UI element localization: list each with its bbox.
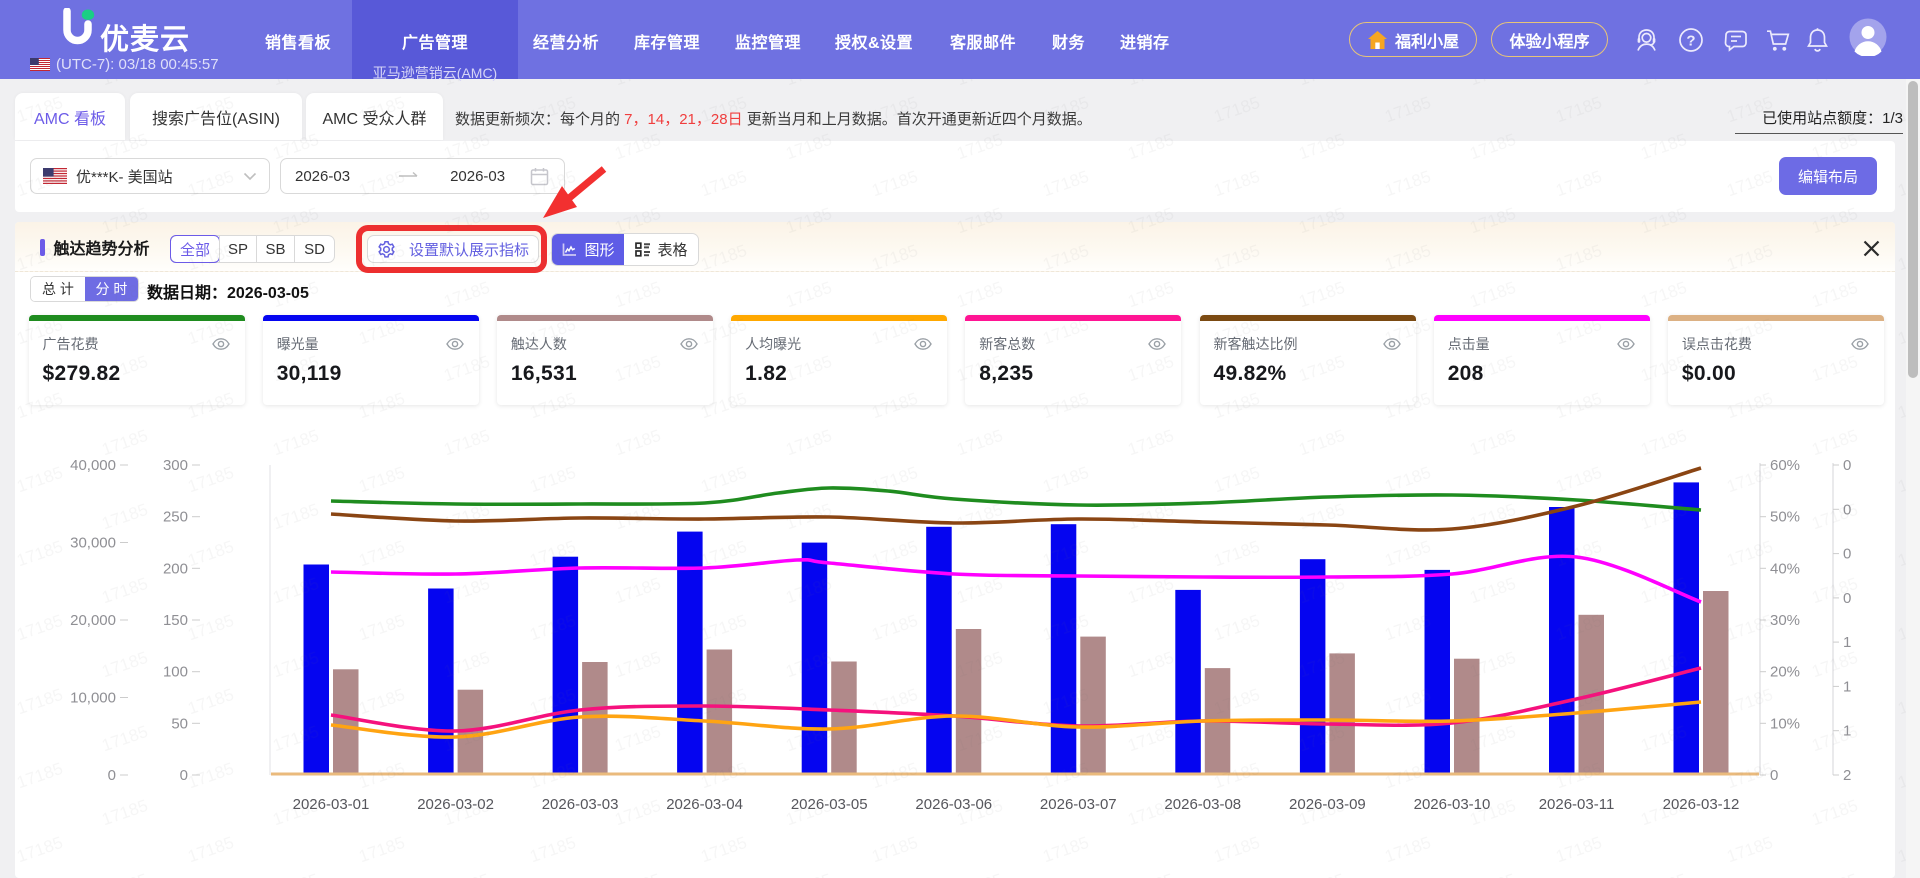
svg-text:200: 200 xyxy=(163,560,188,577)
svg-text:2026-03-06: 2026-03-06 xyxy=(915,796,992,813)
svg-text:50%: 50% xyxy=(1770,509,1800,526)
svg-text:?: ? xyxy=(1686,32,1695,49)
svg-text:10%: 10% xyxy=(1770,715,1800,732)
svg-text:0: 0 xyxy=(180,767,188,784)
svg-text:2026-03-11: 2026-03-11 xyxy=(1539,796,1615,813)
svg-text:150: 150 xyxy=(163,612,188,629)
svg-text:2026-03-02: 2026-03-02 xyxy=(417,796,494,813)
svg-text:60%: 60% xyxy=(1770,457,1800,474)
svg-text:30,000: 30,000 xyxy=(70,535,116,552)
svg-text:2026-03-04: 2026-03-04 xyxy=(666,796,743,813)
svg-text:1: 1 xyxy=(1843,678,1851,695)
svg-text:40%: 40% xyxy=(1770,560,1800,577)
svg-text:20,000: 20,000 xyxy=(70,612,116,629)
svg-text:20%: 20% xyxy=(1770,664,1800,681)
svg-text:40,000: 40,000 xyxy=(70,457,116,474)
svg-text:1: 1 xyxy=(1843,634,1851,651)
svg-text:0: 0 xyxy=(1843,457,1851,474)
svg-text:30%: 30% xyxy=(1770,612,1800,629)
svg-text:0: 0 xyxy=(108,767,116,784)
svg-text:2026-03-07: 2026-03-07 xyxy=(1040,796,1117,813)
svg-text:2: 2 xyxy=(1843,767,1851,784)
svg-text:1: 1 xyxy=(1843,723,1851,740)
svg-text:0: 0 xyxy=(1843,501,1851,518)
svg-text:100: 100 xyxy=(163,664,188,681)
svg-text:2026-03-10: 2026-03-10 xyxy=(1414,796,1491,813)
svg-text:300: 300 xyxy=(163,457,188,474)
svg-text:2026-03-08: 2026-03-08 xyxy=(1164,796,1241,813)
svg-text:0: 0 xyxy=(1843,590,1851,607)
svg-text:2026-03-03: 2026-03-03 xyxy=(542,796,619,813)
svg-text:50: 50 xyxy=(171,715,188,732)
svg-text:0: 0 xyxy=(1770,767,1778,784)
svg-text:2026-03-12: 2026-03-12 xyxy=(1663,796,1740,813)
svg-text:2026-03-09: 2026-03-09 xyxy=(1289,796,1366,813)
svg-text:0: 0 xyxy=(1843,546,1851,563)
svg-text:10,000: 10,000 xyxy=(70,690,116,707)
svg-text:250: 250 xyxy=(163,509,188,526)
svg-text:2026-03-01: 2026-03-01 xyxy=(293,796,370,813)
svg-text:2026-03-05: 2026-03-05 xyxy=(791,796,868,813)
